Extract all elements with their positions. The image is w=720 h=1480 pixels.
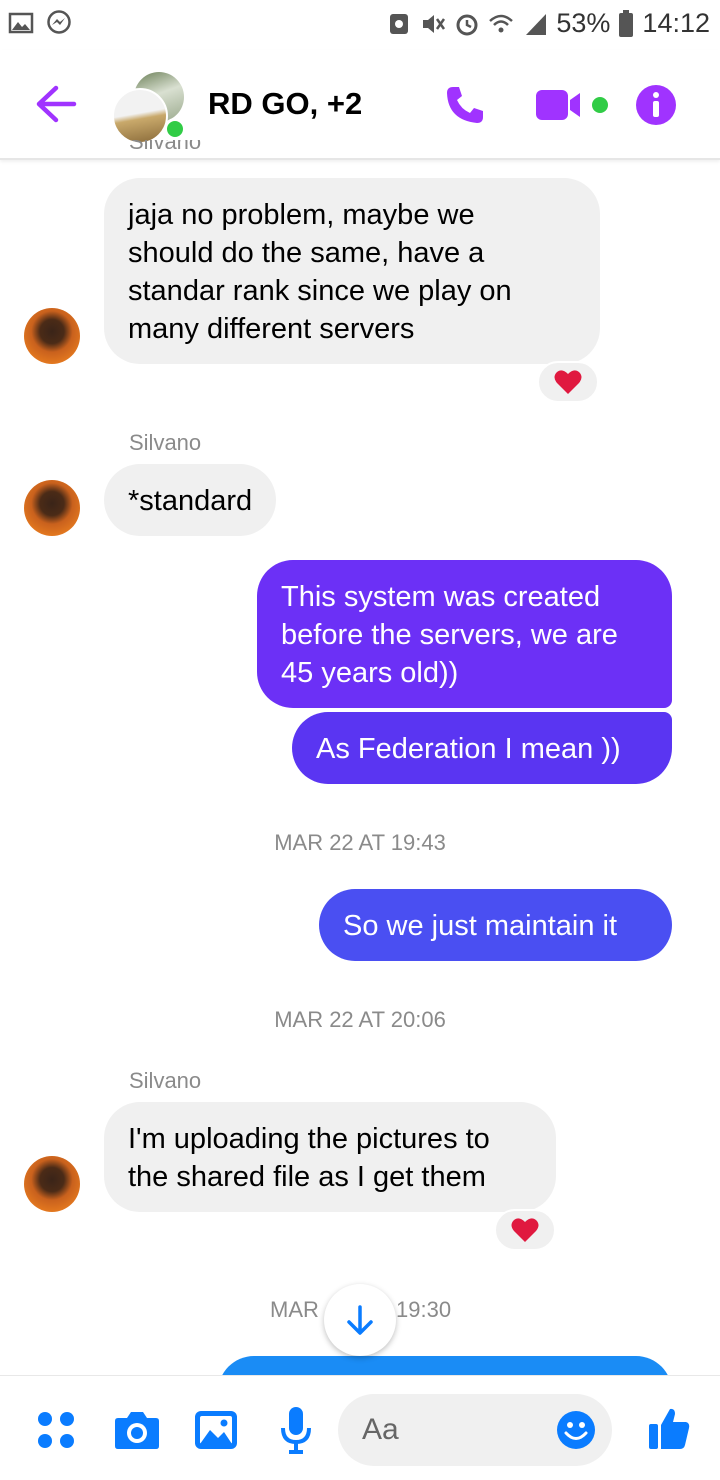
- signal-icon: [526, 13, 547, 35]
- sender-name: Silvano: [129, 1068, 202, 1093]
- message-line: This system was created: [281, 581, 601, 613]
- message-line: many different servers: [128, 313, 415, 345]
- alarm-icon: [456, 14, 478, 35]
- message-bubble-incoming[interactable]: *standard: [104, 464, 277, 536]
- message-input-placeholder: Aa: [362, 1413, 399, 1446]
- battery-percent: 53%: [556, 8, 611, 38]
- image-notification-icon: [8, 12, 34, 34]
- mute-icon: [423, 14, 446, 33]
- message-bubble-outgoing[interactable]: So we just maintain it: [319, 889, 672, 961]
- sender-avatar[interactable]: [24, 480, 80, 536]
- message-bubble-incoming[interactable]: jaja no problem, maybe we should do the …: [104, 178, 600, 364]
- status-bar: 53% 14:12: [0, 0, 720, 50]
- conversation-header: RD GO, +2: [0, 50, 720, 160]
- group-avatar[interactable]: [112, 72, 186, 144]
- message-line: *standard: [128, 485, 253, 517]
- message-bubble-outgoing[interactable]: As Federation I mean )): [292, 712, 672, 784]
- menu-dots-icon[interactable]: [37, 1411, 75, 1449]
- clock: 14:12: [642, 8, 710, 38]
- timestamp-partial-left: MAR: [270, 1297, 319, 1322]
- message-bubble-incoming[interactable]: I'm uploading the pictures to the shared…: [104, 1102, 556, 1212]
- camera-icon[interactable]: [114, 1410, 160, 1450]
- message-line: 45 years old)): [281, 657, 459, 689]
- info-icon[interactable]: [636, 85, 676, 125]
- heart-icon: [511, 1218, 539, 1242]
- heart-icon: [554, 370, 582, 394]
- heart-reaction[interactable]: [494, 1209, 556, 1251]
- message-bubble-outgoing[interactable]: This system was created before the serve…: [257, 560, 672, 708]
- video-active-dot: [592, 97, 608, 113]
- messenger-notification-icon: [47, 10, 71, 34]
- arrow-down-icon: [347, 1305, 373, 1335]
- timestamp: MAR 22 AT 19:43: [274, 830, 446, 855]
- scroll-to-bottom-button[interactable]: [324, 1284, 396, 1356]
- message-line: before the servers, we are: [281, 619, 618, 651]
- message-composer: Aa: [0, 1375, 720, 1480]
- online-indicator: [164, 118, 186, 140]
- sender-name-truncated: Silvano: [129, 140, 202, 154]
- timestamp-partial-right: 19:30: [396, 1297, 452, 1322]
- message-line: should do the same, have a: [128, 237, 485, 269]
- message-line: standar rank since we play on: [128, 275, 512, 307]
- sender-avatar[interactable]: [24, 1156, 80, 1212]
- sender-avatar[interactable]: [24, 308, 80, 364]
- video-call-icon[interactable]: [536, 88, 584, 122]
- sender-name: Silvano: [129, 430, 202, 455]
- phone-call-icon[interactable]: [444, 84, 486, 126]
- message-line: I'm uploading the pictures to: [128, 1123, 490, 1155]
- emoji-icon[interactable]: [556, 1410, 596, 1450]
- message-line: jaja no problem, maybe we: [128, 199, 475, 231]
- wifi-icon: [489, 14, 514, 32]
- heart-reaction[interactable]: [537, 361, 599, 403]
- conversation-title[interactable]: RD GO, +2: [208, 86, 362, 122]
- message-line: As Federation I mean )): [316, 733, 621, 765]
- member-photo-2: [112, 88, 168, 144]
- recycle-icon: [390, 13, 409, 34]
- timestamp: MAR 22 AT 20:06: [274, 1007, 446, 1032]
- microphone-icon[interactable]: [280, 1406, 312, 1454]
- message-line: So we just maintain it: [343, 910, 618, 942]
- message-line: the shared file as I get them: [128, 1161, 486, 1193]
- battery-icon: [619, 9, 634, 37]
- thumbs-up-icon[interactable]: [648, 1406, 690, 1450]
- back-arrow-icon[interactable]: [34, 84, 78, 124]
- gallery-icon[interactable]: [194, 1410, 238, 1450]
